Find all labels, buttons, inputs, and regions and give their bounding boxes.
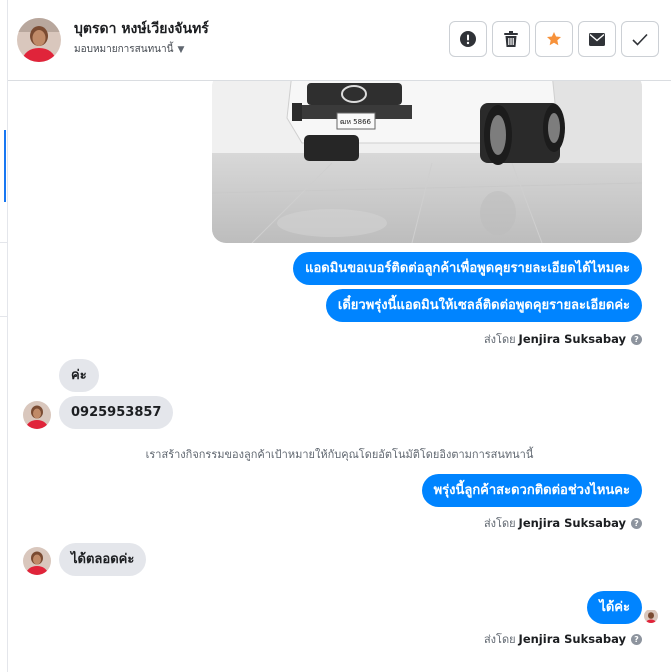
sender-name[interactable]: Jenjira Suksabay xyxy=(519,332,626,346)
sender-name[interactable]: Jenjira Suksabay xyxy=(519,516,626,530)
help-icon[interactable]: ? xyxy=(631,633,642,645)
star-icon xyxy=(547,32,561,46)
assign-conversation-dropdown[interactable]: มอบหมายการสนทนานี้ ▼ xyxy=(74,42,184,57)
assign-label: มอบหมายการสนทนานี้ xyxy=(74,44,174,55)
rail-divider xyxy=(0,316,8,317)
mail-icon xyxy=(589,32,605,46)
rail-divider xyxy=(0,242,8,243)
chevron-down-icon: ▼ xyxy=(177,44,185,55)
message-outgoing[interactable]: พรุ่งนี้ลูกค้าสะดวกติดต่อช่วงไหนคะ xyxy=(421,474,642,507)
sent-by-label: ส่งโดย Jenjira Suksabay ? xyxy=(484,514,642,532)
left-rail xyxy=(0,0,8,672)
delete-button[interactable] xyxy=(492,21,530,57)
message-thread[interactable]: ฒห 5866 แอดมินขอเบอร์ติดต่อลูกค้าเพื่อพู… xyxy=(8,81,671,672)
sent-by-prefix: ส่งโดย xyxy=(483,333,516,346)
message-outgoing[interactable]: ได้ค่ะ xyxy=(587,591,642,624)
help-icon[interactable]: ? xyxy=(631,517,642,529)
trash-icon xyxy=(504,31,518,47)
system-notice: เราสร้างกิจกรรมของลูกค้าเป้าหมายให้กับคุ… xyxy=(145,448,534,461)
sent-by-prefix: ส่งโดย xyxy=(483,517,516,530)
message-incoming[interactable]: 0925953857 xyxy=(59,396,174,429)
message-incoming[interactable]: ค่ะ xyxy=(59,359,99,392)
rail-selected-indicator xyxy=(4,130,6,202)
message-outgoing[interactable]: แอดมินขอเบอร์ติดต่อลูกค้าเพื่อพูดคุยรายล… xyxy=(293,252,642,285)
mark-unread-button[interactable] xyxy=(578,21,616,57)
contact-avatar-small[interactable] xyxy=(23,401,51,429)
mark-done-button[interactable] xyxy=(621,21,659,57)
help-icon[interactable]: ? xyxy=(631,333,642,345)
contact-avatar[interactable] xyxy=(17,18,61,62)
license-plate: ฒห 5866 xyxy=(340,118,372,126)
message-incoming[interactable]: ได้ตลอดค่ะ xyxy=(59,543,147,576)
seen-avatar xyxy=(644,609,658,623)
message-outgoing[interactable]: เดี๋ยวพรุ่งนี้แอดมินให้เซลล์ติดต่อพูดคุย… xyxy=(325,289,642,322)
sent-by-label: ส่งโดย Jenjira Suksabay ? xyxy=(484,630,642,648)
contact-name: บุตรดา หงษ์เวียงจันทร์ xyxy=(74,21,209,37)
sent-by-prefix: ส่งโดย xyxy=(483,633,516,646)
conversation-header: บุตรดา หงษ์เวียงจันทร์ มอบหมายการสนทนานี… xyxy=(8,0,671,81)
mark-spam-button[interactable] xyxy=(449,21,487,57)
conversation-actions xyxy=(449,21,659,57)
attachment-photo[interactable]: ฒห 5866 xyxy=(212,81,642,243)
sent-by-label: ส่งโดย Jenjira Suksabay ? xyxy=(484,330,642,348)
alert-icon xyxy=(460,31,476,47)
star-button[interactable] xyxy=(535,21,573,57)
sender-name[interactable]: Jenjira Suksabay xyxy=(519,632,626,646)
contact-avatar-small[interactable] xyxy=(23,547,51,575)
check-icon xyxy=(632,33,648,46)
